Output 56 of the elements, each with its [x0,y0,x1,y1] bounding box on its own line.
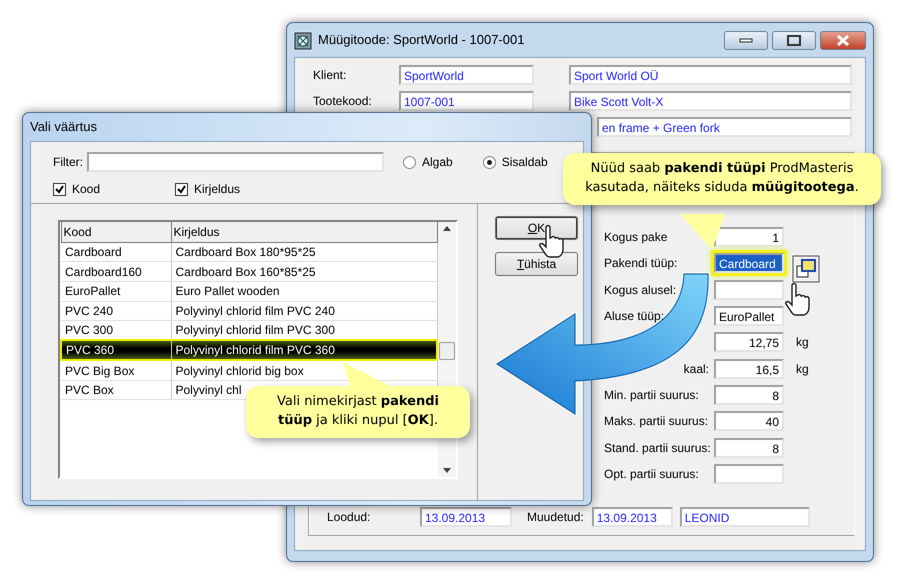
input-field[interactable]: Cardboard [714,253,784,274]
table-cell: Polyvinyl chlorid film PVC 240 [171,301,437,321]
table-cell: Cardboard [61,242,171,262]
input-field[interactable]: 1007-001 [399,91,534,111]
table-cell: EuroPallet [61,281,171,302]
input-field[interactable]: 8 [714,384,784,405]
field-label: kaal: [684,362,709,376]
window-title: Müügitoode: SportWorld - 1007-001 [318,31,526,50]
checkbox-label: Kirjeldus [194,181,240,198]
unit-label: kg [796,360,809,378]
table-cell: PVC 240 [61,301,171,321]
filter-label: Filter: [53,154,83,171]
field-label: Kogus alusel: [604,282,676,297]
dialog-button[interactable]: OK [495,216,578,240]
column-header[interactable]: Kood [61,222,171,242]
input-field[interactable]: 1 [714,227,784,248]
table-cell: Cardboard Box 160*85*25 [171,262,437,282]
field-label: Maks. partii suurus: [604,414,708,428]
field-label: Aluse tüüp: [604,309,664,324]
input-field[interactable]: LEONID [680,506,810,527]
field-label: Muudetud: [527,508,584,526]
input-field[interactable]: 16,5 [714,358,784,379]
input-field[interactable]: 8 [714,438,784,458]
table-cell: Euro Pallet wooden [171,281,437,302]
input-field[interactable]: 40 [714,411,784,432]
input-field[interactable]: 12,75 [714,332,784,352]
input-field[interactable]: EuroPallet [714,306,784,326]
table-cell: PVC Box [61,380,171,400]
radio-label: Sisaldab [502,154,548,171]
selected-row[interactable]: PVC 360 Polyvinyl chlorid film PVC 360 [61,340,437,360]
table-cell: Polyvinyl chlorid film PVC 360 [171,340,437,360]
dialog-button[interactable]: Tühista [495,252,578,276]
input-field[interactable]: SportWorld [399,65,534,85]
radio-label: Algab [422,154,453,171]
input-field[interactable]: Bike Scott Volt-X [569,91,852,111]
field-label: Stand. partii suurus: [604,440,711,455]
field-label: Tootekood: [313,94,372,108]
field-label: Opt. partii suurus: [604,466,699,481]
checkbox-label: Kood [72,181,100,198]
table-cell: PVC 360 [61,340,171,360]
hint-tooltip: Nüüd saab pakendi tüüpi ProdMasteris kasutada, näiteks siduda müügitootega. [563,153,881,205]
table-cell: PVC Big Box [61,360,171,380]
table-cell: Cardboard160 [61,262,171,282]
field-label: Klient: [313,68,346,82]
field-label: Min. partii suurus: [604,388,699,402]
input-field[interactable]: 13.09.2013 [420,506,512,527]
table-cell: Cardboard Box 180*95*25 [171,242,437,262]
input-field[interactable]: 13.09.2013 [592,506,673,527]
field-label: Kogus pake [604,230,668,244]
dialog-title: Vali väärtus [30,118,97,136]
input-field[interactable]: Sport World OÜ [569,65,852,85]
input-field[interactable]: en frame + Green fork [597,117,852,137]
field-label: Loodud: [327,508,372,526]
column-header[interactable]: Kirjeldus [171,222,437,242]
field-label: Pakendi tüüp: [604,256,678,270]
unit-label: kg [796,334,809,352]
